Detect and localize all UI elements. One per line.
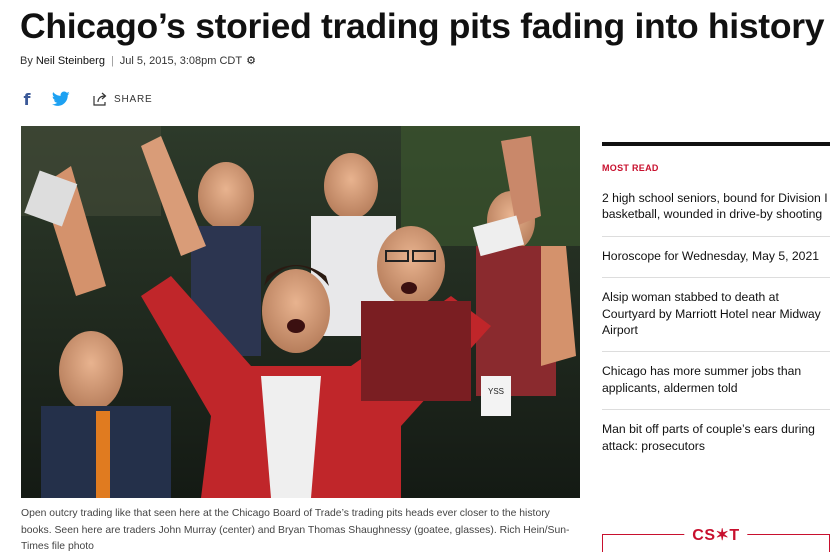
publish-date: Jul 5, 2015, 3:08pm CDT xyxy=(119,54,243,67)
photo-caption: Open outcry trading like that seen here … xyxy=(21,508,570,552)
share-bar: f SHARE xyxy=(20,89,152,109)
facebook-icon[interactable]: f xyxy=(20,90,34,109)
twitter-icon[interactable] xyxy=(52,91,70,107)
byline: By Neil Steinberg | Jul 5, 2015, 3:08pm … xyxy=(20,54,256,68)
sun-times-logo: CS✶T xyxy=(684,525,748,545)
trading-floor-image: YSS xyxy=(21,126,580,498)
most-read-item[interactable]: Chicago has more summer jobs than applic… xyxy=(602,352,830,411)
share-button[interactable]: SHARE xyxy=(114,94,152,105)
byline-prefix: By xyxy=(20,54,33,67)
sun-times-promo[interactable]: CS✶T xyxy=(602,525,830,552)
article-photo: YSS xyxy=(21,126,580,498)
most-read-item[interactable]: Horoscope for Wednesday, May 5, 2021 xyxy=(602,237,830,279)
sidebar-top-rule xyxy=(602,142,830,146)
svg-text:YSS: YSS xyxy=(488,387,504,396)
most-read-title: MOST READ xyxy=(602,163,659,173)
share-icon[interactable] xyxy=(92,91,108,107)
author-link[interactable]: Neil Steinberg xyxy=(36,55,105,67)
article-headline: Chicago’s storied trading pits fading in… xyxy=(20,6,825,46)
most-read-list: 2 high school seniors, bound for Divisio… xyxy=(602,179,830,467)
most-read-item[interactable]: 2 high school seniors, bound for Divisio… xyxy=(602,179,830,237)
most-read-item[interactable]: Alsip woman stabbed to death at Courtyar… xyxy=(602,278,830,353)
byline-separator: | xyxy=(110,54,114,67)
most-read-item[interactable]: Man bit off parts of couple’s ears durin… xyxy=(602,410,830,467)
gear-icon[interactable]: ⚙ xyxy=(246,54,256,67)
most-read-sidebar: MOST READ 2 high school seniors, bound f… xyxy=(602,142,830,467)
